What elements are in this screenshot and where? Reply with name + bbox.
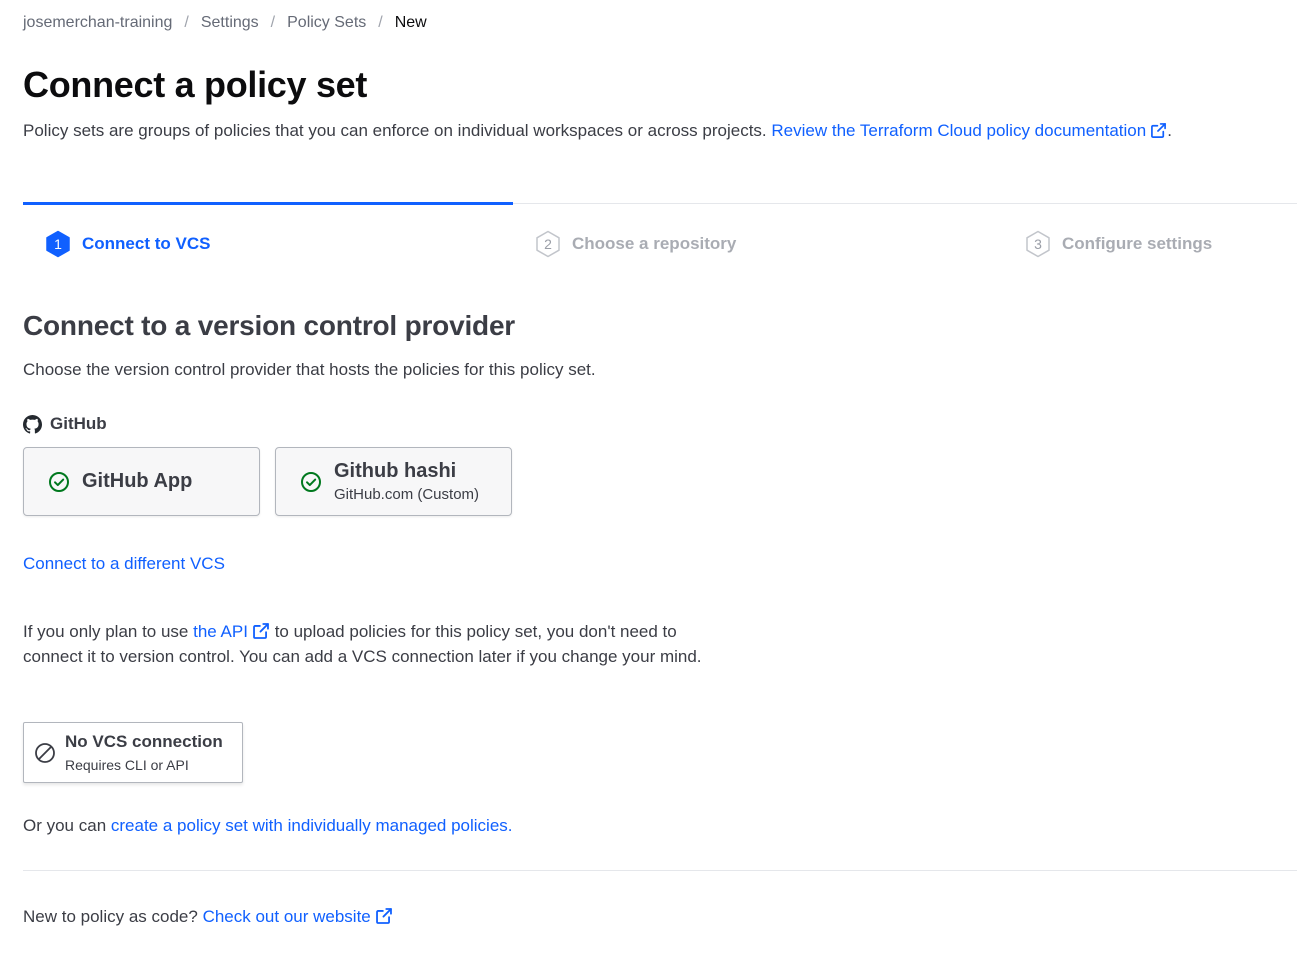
external-link-icon (375, 908, 392, 924)
page-description: Policy sets are groups of policies that … (23, 121, 1172, 141)
breadcrumb-current: New (394, 14, 427, 31)
vcs-provider-text: GitHub App (82, 470, 192, 493)
policy-docs-link[interactable]: Review the Terraform Cloud policy docume… (771, 121, 1167, 140)
provider-group-name: GitHub (50, 414, 107, 433)
no-vcs-name: No VCS connection (65, 732, 223, 751)
step-number: 3 (1034, 236, 1042, 252)
no-vcs-connection-option[interactable]: No VCS connection Requires CLI or API (23, 722, 243, 783)
no-vcs-text: No VCS connection Requires CLI or API (65, 732, 223, 773)
step-label: Connect to VCS (82, 234, 211, 253)
individually-managed-policies-link[interactable]: create a policy set with individually ma… (111, 816, 513, 835)
breadcrumb-separator: / (184, 14, 189, 31)
check-circle-icon (49, 471, 69, 492)
policy-docs-link-label: Review the Terraform Cloud policy docume… (771, 121, 1147, 140)
step-connect-vcs[interactable]: 1 Connect to VCS (44, 230, 210, 258)
alternative-option-paragraph: Or you can create a policy set with indi… (23, 816, 513, 836)
vcs-provider-text: Github hashi GitHub.com (Custom) (334, 460, 479, 503)
page-description-suffix: . (1167, 121, 1172, 140)
step-configure-settings[interactable]: 3 Configure settings (1024, 230, 1212, 258)
check-circle-icon (301, 471, 321, 492)
breadcrumb-org[interactable]: josemerchan-training (23, 14, 172, 32)
page-description-text: Policy sets are groups of policies that … (23, 121, 767, 140)
step-number: 2 (544, 236, 552, 252)
api-docs-link[interactable]: the API (193, 622, 270, 641)
page-title: Connect a policy set (23, 64, 368, 105)
section-description: Choose the version control provider that… (23, 360, 596, 379)
connect-different-vcs-link[interactable]: Connect to a different VCS (23, 554, 225, 574)
breadcrumb-settings[interactable]: Settings (201, 14, 259, 32)
divider (23, 870, 1297, 871)
policy-as-code-website-link[interactable]: Check out our website (203, 907, 393, 926)
stepper: 1 Connect to VCS 2 Choose a repository 3… (23, 202, 1297, 263)
hexagon-step-icon: 2 (534, 230, 562, 258)
stepper-active-bar (23, 202, 513, 205)
breadcrumb-policy-sets[interactable]: Policy Sets (287, 14, 366, 32)
external-link-icon (1151, 123, 1167, 138)
section-title: Connect to a version control provider (23, 310, 516, 341)
step-number: 1 (54, 236, 62, 252)
policy-as-code-website-link-label: Check out our website (202, 907, 371, 926)
footer-paragraph: New to policy as code? Check out our web… (23, 907, 393, 927)
vcs-provider-github-app[interactable]: GitHub App (23, 447, 260, 516)
no-vcs-subtitle: Requires CLI or API (65, 757, 189, 773)
step-label: Choose a repository (572, 234, 737, 253)
vcs-provider-name: GitHub App (82, 470, 193, 492)
step-choose-repository[interactable]: 2 Choose a repository (534, 230, 736, 258)
footer-text: New to policy as code? (23, 907, 198, 926)
hexagon-step-icon: 1 (44, 230, 72, 258)
provider-group-label: GitHub (23, 414, 107, 434)
hexagon-step-icon: 3 (1024, 230, 1052, 258)
external-link-icon (253, 623, 269, 639)
api-info-text-before: If you only plan to use (23, 622, 189, 641)
vcs-provider-github-hashi[interactable]: Github hashi GitHub.com (Custom) (275, 447, 512, 516)
breadcrumb-separator: / (378, 14, 383, 31)
vcs-provider-subtitle: GitHub.com (Custom) (334, 486, 480, 503)
step-label: Configure settings (1062, 234, 1213, 253)
api-info-paragraph: If you only plan to use the API to uploa… (23, 619, 733, 669)
breadcrumb-separator: / (270, 14, 276, 31)
api-docs-link-label: the API (193, 622, 248, 641)
breadcrumb: josemerchan-training / Settings / Policy… (23, 14, 427, 32)
ban-icon (35, 742, 55, 763)
vcs-provider-name: Github hashi (334, 460, 457, 482)
github-icon (23, 414, 42, 434)
alternative-option-text: Or you can (23, 816, 107, 835)
